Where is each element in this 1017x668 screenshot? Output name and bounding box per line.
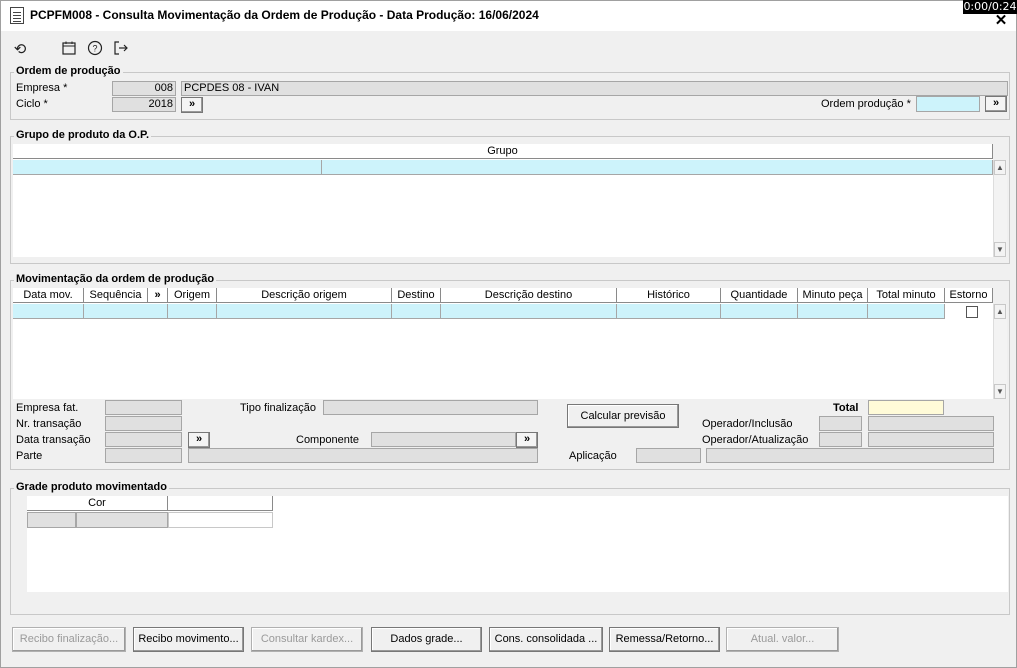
empresa-fat-label: Empresa fat.: [16, 402, 79, 414]
col-lookup[interactable]: »: [148, 288, 168, 303]
aplicacao-label: Aplicação: [569, 450, 617, 462]
componente-lookup-button[interactable]: »: [188, 432, 210, 448]
aplicacao-code: [636, 448, 701, 463]
operador-inclusao-label: Operador/Inclusão: [702, 418, 793, 430]
atual-valor-button[interactable]: Atual. valor...: [726, 627, 839, 652]
dados-grade-button[interactable]: Dados grade...: [371, 627, 482, 652]
mov-cell-origem[interactable]: [168, 304, 217, 319]
empresa-code-field[interactable]: 008: [112, 81, 176, 96]
close-icon[interactable]: ✕: [993, 13, 1009, 28]
mov-cell-historico[interactable]: [617, 304, 721, 319]
col-total-minuto[interactable]: Total minuto: [868, 288, 945, 303]
col-descricao-origem[interactable]: Descrição origem: [217, 288, 392, 303]
operador-inclusao-code: [819, 416, 862, 431]
help-icon[interactable]: ?: [85, 40, 105, 60]
consultar-kardex-button[interactable]: Consultar kardex...: [251, 627, 363, 652]
calendar-icon[interactable]: [59, 40, 79, 60]
col-data-mov[interactable]: Data mov.: [13, 288, 84, 303]
ordem-producao-input[interactable]: [916, 96, 980, 112]
cor-column-header[interactable]: Cor: [27, 496, 168, 511]
grupo-cell-code[interactable]: [13, 160, 322, 175]
operador-atualizacao-name: [868, 432, 994, 447]
col-estorno[interactable]: Estorno: [945, 288, 993, 303]
remessa-retorno-button[interactable]: Remessa/Retorno...: [609, 627, 720, 652]
grade-size-header[interactable]: [168, 496, 273, 511]
mov-grid: Data mov. Sequência » Origem Descrição o…: [13, 288, 993, 399]
ciclo-lookup-button[interactable]: »: [181, 97, 203, 113]
mov-cell-destino[interactable]: [392, 304, 441, 319]
grupo-title: Grupo de produto da O.P.: [14, 129, 152, 141]
empresa-name-field: PCPDES 08 - IVAN: [181, 81, 1008, 96]
grupo-column-header[interactable]: Grupo: [13, 144, 993, 159]
cor-cell-desc[interactable]: [76, 512, 168, 528]
exit-icon[interactable]: [111, 40, 131, 60]
mov-cell-data[interactable]: [13, 304, 84, 319]
nr-transacao-field: [105, 416, 182, 431]
calcular-previsao-button[interactable]: Calcular previsão: [567, 404, 679, 428]
col-minuto-peca[interactable]: Minuto peça: [798, 288, 868, 303]
data-transacao-field: [105, 432, 182, 447]
window-title: PCPFM008 - Consulta Movimentação da Orde…: [30, 8, 539, 22]
total-label: Total: [833, 402, 859, 414]
recibo-movimento-button[interactable]: Recibo movimento...: [133, 627, 244, 652]
componente-label: Componente: [296, 434, 359, 446]
ciclo-field[interactable]: 2018: [112, 97, 176, 112]
ordem-group: [10, 72, 1010, 120]
mov-cell-total-minuto[interactable]: [868, 304, 945, 319]
mov-scrollbar[interactable]: ▲ ▼: [993, 304, 1007, 399]
col-quantidade[interactable]: Quantidade: [721, 288, 798, 303]
grade-title: Grade produto movimentado: [14, 481, 169, 493]
grupo-cell-desc[interactable]: [322, 160, 993, 175]
mov-cell-quantidade[interactable]: [721, 304, 798, 319]
parte-desc-field: [188, 448, 538, 463]
grupo-grid: Grupo: [13, 144, 993, 257]
scroll-down-icon[interactable]: ▼: [994, 384, 1006, 399]
parte-field: [105, 448, 182, 463]
componente-field: [371, 432, 516, 447]
col-historico[interactable]: Histórico: [617, 288, 721, 303]
col-descricao-destino[interactable]: Descrição destino: [441, 288, 617, 303]
scroll-up-icon[interactable]: ▲: [994, 304, 1006, 319]
ordem-producao-label: Ordem produção *: [821, 98, 911, 110]
mov-cell-sequencia[interactable]: [84, 304, 168, 319]
recibo-finalizacao-button[interactable]: Recibo finalização...: [12, 627, 126, 652]
mov-cell-desc-destino[interactable]: [441, 304, 617, 319]
mov-cell-desc-origem[interactable]: [217, 304, 392, 319]
refresh-icon[interactable]: ⟲: [10, 40, 30, 60]
col-sequencia[interactable]: Sequência: [84, 288, 148, 303]
col-destino[interactable]: Destino: [392, 288, 441, 303]
ordem-lookup-button[interactable]: »: [985, 96, 1007, 112]
data-transacao-label: Data transação: [16, 434, 91, 446]
operador-atualizacao-label: Operador/Atualização: [702, 434, 809, 446]
total-field: [868, 400, 944, 415]
empresa-label: Empresa *: [16, 82, 68, 94]
nr-transacao-label: Nr. transação: [16, 418, 82, 430]
tipo-finalizacao-label: Tipo finalização: [240, 402, 317, 414]
grade-size-cell[interactable]: [168, 512, 273, 528]
grupo-scrollbar[interactable]: ▲ ▼: [993, 160, 1007, 257]
empresa-fat-field: [105, 400, 182, 415]
componente-lookup-button-2[interactable]: »: [516, 432, 538, 448]
grade-grid: Cor: [27, 496, 1008, 592]
ordem-title: Ordem de produção: [14, 65, 123, 77]
ciclo-label: Ciclo *: [16, 98, 48, 110]
mov-cell-minuto-peca[interactable]: [798, 304, 868, 319]
scroll-down-icon[interactable]: ▼: [994, 242, 1006, 257]
document-icon: [10, 7, 24, 24]
timer-badge: 0:00/0:24: [963, 0, 1017, 14]
mov-title: Movimentação da ordem de produção: [14, 273, 217, 285]
estorno-checkbox[interactable]: [966, 306, 978, 318]
parte-label: Parte: [16, 450, 43, 462]
operador-atualizacao-code: [819, 432, 862, 447]
aplicacao-desc: [706, 448, 994, 463]
cor-cell-code[interactable]: [27, 512, 76, 528]
operador-inclusao-name: [868, 416, 994, 431]
scroll-up-icon[interactable]: ▲: [994, 160, 1006, 175]
svg-text:?: ?: [92, 44, 97, 54]
tipo-finalizacao-field: [323, 400, 538, 415]
col-origem[interactable]: Origem: [168, 288, 217, 303]
cons-consolidada-button[interactable]: Cons. consolidada ...: [489, 627, 603, 652]
